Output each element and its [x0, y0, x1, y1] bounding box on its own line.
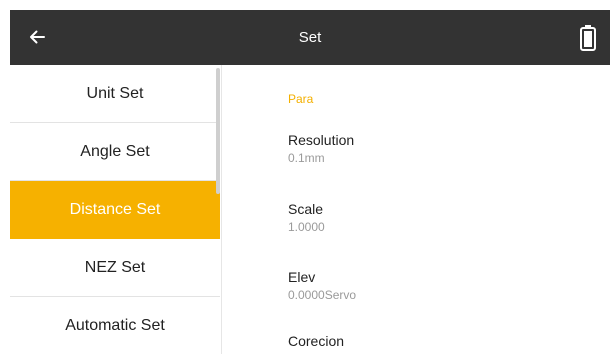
setting-label: Resolution — [288, 132, 355, 148]
setting-elev[interactable]: Elev 0.0000Servo — [288, 269, 588, 302]
sidebar-item-label: Automatic Set — [65, 316, 165, 334]
sidebar-item-label: NEZ Set — [84, 258, 146, 276]
settings-detail-panel: Para Resolution 0.1mm Scale 1.0000 Elev … — [222, 65, 610, 354]
setting-value: 1.0000 — [288, 220, 325, 234]
setting-label: Corecion — [288, 333, 345, 349]
setting-value: 0.1mm — [288, 151, 325, 165]
top-app-bar: Set — [10, 10, 610, 65]
setting-label: Elev — [288, 269, 316, 285]
sidebar-item-angle-set[interactable]: Angle Set — [10, 123, 220, 181]
setting-corecion[interactable]: Corecion — [288, 333, 588, 349]
setting-label: Scale — [288, 201, 324, 217]
sidebar-item-nez-set[interactable]: NEZ Set — [10, 239, 220, 297]
sidebar-item-automatic-set[interactable]: Automatic Set — [10, 297, 220, 354]
settings-category-list: Unit Set Angle Set Distance Set NEZ Set … — [10, 65, 222, 354]
sidebar-scrollbar[interactable] — [216, 68, 220, 194]
sidebar-item-distance-set[interactable]: Distance Set — [10, 181, 220, 239]
sidebar-item-label: Angle Set — [80, 142, 150, 160]
sidebar-item-label: Unit Set — [86, 84, 144, 102]
setting-resolution[interactable]: Resolution 0.1mm — [288, 132, 588, 165]
battery-full-icon — [580, 25, 596, 51]
section-title: Para — [288, 92, 314, 106]
setting-value: 0.0000Servo — [288, 288, 357, 302]
sidebar-item-unit-set[interactable]: Unit Set — [10, 65, 220, 123]
setting-scale[interactable]: Scale 1.0000 — [288, 201, 588, 234]
sidebar-item-label: Distance Set — [69, 200, 161, 218]
app-root: Set Unit Set Angle Set Distance Set NEZ … — [0, 0, 610, 354]
page-title: Set — [298, 29, 322, 46]
